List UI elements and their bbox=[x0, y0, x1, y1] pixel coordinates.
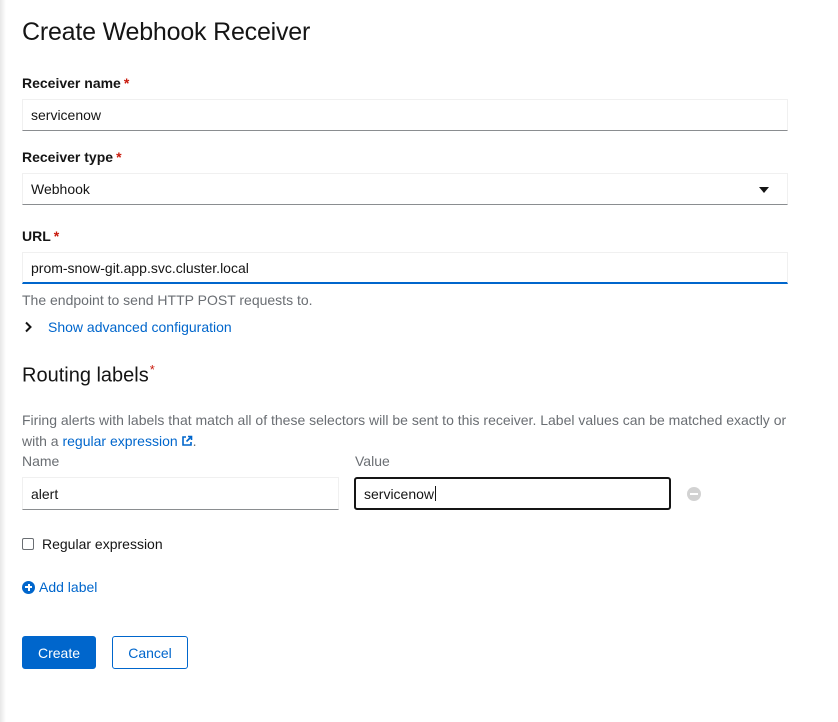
receiver-name-input[interactable]: servicenow bbox=[22, 99, 788, 131]
label-value-input[interactable]: servicenow bbox=[354, 477, 671, 510]
url-input[interactable]: prom-snow-git.app.svc.cluster.local bbox=[22, 252, 788, 284]
routing-labels-heading: Routing labels* bbox=[22, 362, 155, 388]
receiver-name-value: servicenow bbox=[31, 107, 102, 123]
angle-right-icon bbox=[25, 321, 32, 333]
receiver-type-label: Receiver type * bbox=[22, 149, 122, 165]
receiver-type-select[interactable]: Webhook bbox=[22, 173, 788, 205]
receiver-type-label-text: Receiver type bbox=[22, 149, 114, 165]
regular-expression-checkbox-label: Regular expression bbox=[42, 536, 163, 552]
url-label: URL * bbox=[22, 228, 59, 244]
required-mark: * bbox=[123, 75, 130, 91]
regular-expression-link[interactable]: regular expression bbox=[62, 433, 192, 449]
page-title: Create Webhook Receiver bbox=[22, 18, 311, 46]
url-help-text: The endpoint to send HTTP POST requests … bbox=[22, 292, 313, 308]
plus-circle-icon bbox=[22, 580, 35, 594]
external-link-icon bbox=[181, 435, 192, 446]
required-mark: * bbox=[149, 362, 155, 377]
routing-description-suffix: . bbox=[192, 433, 197, 449]
cancel-button[interactable]: Cancel bbox=[112, 636, 188, 669]
url-label-text: URL bbox=[22, 228, 51, 244]
routing-labels-title: Routing labels bbox=[22, 364, 149, 387]
label-name-column-header: Name bbox=[22, 453, 60, 469]
regular-expression-checkbox-row[interactable]: Regular expression bbox=[22, 536, 163, 552]
create-webhook-receiver-page: Create Webhook Receiver Receiver name * s… bbox=[0, 0, 838, 722]
add-label-button[interactable]: Add label bbox=[22, 579, 97, 595]
receiver-type-value: Webhook bbox=[31, 181, 90, 197]
label-name-input[interactable]: alert bbox=[22, 477, 339, 510]
minus-circle-icon[interactable] bbox=[687, 487, 701, 501]
receiver-name-label-text: Receiver name bbox=[22, 75, 121, 91]
regular-expression-checkbox[interactable] bbox=[22, 538, 34, 550]
label-value-column-header: Value bbox=[355, 453, 390, 469]
required-mark: * bbox=[116, 149, 122, 165]
create-button[interactable]: Create bbox=[22, 636, 96, 669]
required-mark: * bbox=[53, 228, 60, 244]
routing-labels-description: Firing alerts with labels that match all… bbox=[22, 410, 802, 452]
label-value-value: servicenow bbox=[364, 485, 435, 502]
caret-down-icon bbox=[759, 187, 769, 193]
regular-expression-link-text: regular expression bbox=[62, 433, 178, 449]
show-advanced-configuration-toggle[interactable]: Show advanced configuration bbox=[22, 319, 232, 335]
text-cursor bbox=[435, 486, 437, 501]
receiver-name-label: Receiver name * bbox=[22, 75, 129, 91]
left-edge-shadow bbox=[0, 0, 6, 722]
url-value: prom-snow-git.app.svc.cluster.local bbox=[31, 259, 249, 276]
add-label-text: Add label bbox=[39, 579, 98, 595]
show-advanced-configuration-label: Show advanced configuration bbox=[48, 319, 232, 335]
label-name-value: alert bbox=[31, 485, 59, 502]
